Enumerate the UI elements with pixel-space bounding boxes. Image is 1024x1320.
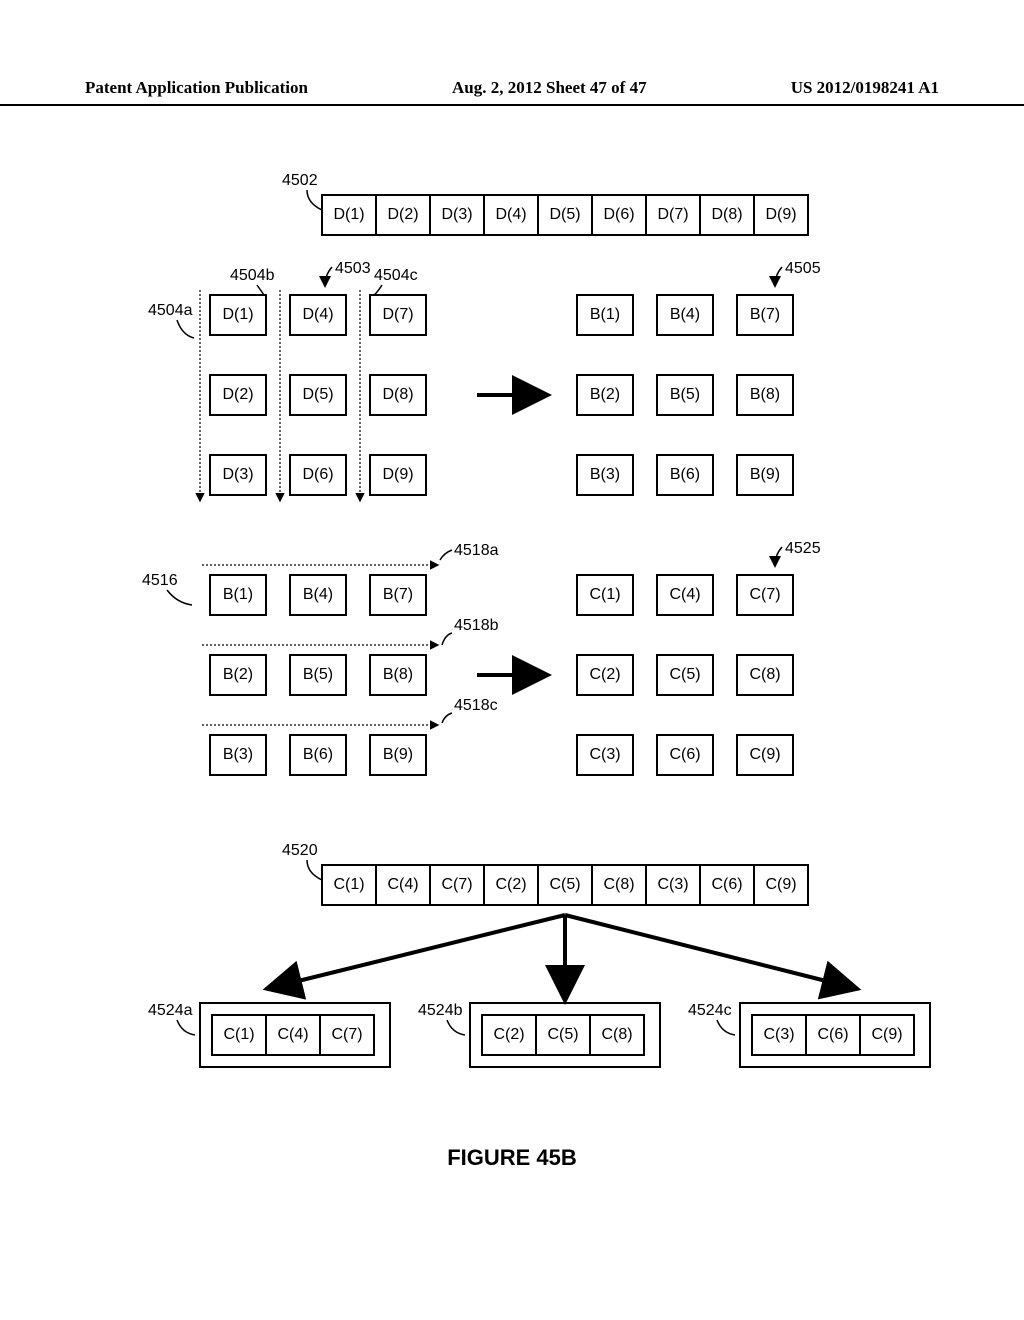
svg-text:C(2): C(2) [589,666,620,683]
svg-text:D(9): D(9) [382,466,413,483]
svg-text:C(9): C(9) [871,1026,902,1043]
svg-text:D(1): D(1) [222,306,253,323]
header-right: US 2012/0198241 A1 [791,78,939,98]
svg-text:D(6): D(6) [603,206,634,223]
svg-text:C(4): C(4) [669,586,700,603]
svg-text:B(7): B(7) [383,586,413,603]
arrow-split-left [282,915,565,985]
svg-text:C(8): C(8) [603,876,634,893]
svg-text:C(4): C(4) [387,876,418,893]
group-4524c: C(3) C(6) C(9) [740,1003,930,1067]
svg-text:C(8): C(8) [749,666,780,683]
label-4524a: 4524a [148,1002,193,1019]
svg-text:C(2): C(2) [493,1026,524,1043]
svg-text:B(7): B(7) [750,306,780,323]
svg-text:B(8): B(8) [383,666,413,683]
svg-text:C(5): C(5) [549,876,580,893]
grid-b-left: B(1) B(4) B(7) B(2) B(5) B(8) B(3) B(6) … [210,575,426,775]
svg-text:D(4): D(4) [495,206,526,223]
header-center: Aug. 2, 2012 Sheet 47 of 47 [452,78,647,98]
svg-text:B(6): B(6) [303,746,333,763]
group-4524a: C(1) C(4) C(7) [200,1003,390,1067]
svg-text:D(5): D(5) [302,386,333,403]
label-4524c: 4524c [688,1002,732,1019]
label-4503: 4503 [335,260,371,277]
svg-text:C(1): C(1) [223,1026,254,1043]
label-4518a: 4518a [454,542,499,559]
label-4504a: 4504a [148,302,193,319]
svg-text:D(3): D(3) [441,206,472,223]
svg-text:B(5): B(5) [303,666,333,683]
grid-d: D(1) D(4) D(7) D(2) D(5) D(8) D(3) D(6) … [210,295,426,495]
svg-text:C(6): C(6) [817,1026,848,1043]
svg-text:B(5): B(5) [670,386,700,403]
svg-text:B(9): B(9) [750,466,780,483]
svg-text:C(1): C(1) [333,876,364,893]
svg-text:C(5): C(5) [669,666,700,683]
svg-text:B(3): B(3) [223,746,253,763]
page-header: Patent Application Publication Aug. 2, 2… [0,78,1024,106]
svg-text:D(3): D(3) [222,466,253,483]
svg-text:B(2): B(2) [590,386,620,403]
label-4520: 4520 [282,842,318,859]
label-4518c: 4518c [454,697,498,714]
svg-text:C(9): C(9) [749,746,780,763]
diagram-svg: .box { fill:#fff; stroke:#000; stroke-wi… [82,155,942,1115]
svg-text:B(6): B(6) [670,466,700,483]
grid-c-right: C(1) C(4) C(7) C(2) C(5) C(8) C(3) C(6) … [577,575,793,775]
svg-text:D(8): D(8) [711,206,742,223]
svg-text:C(8): C(8) [601,1026,632,1043]
svg-text:D(2): D(2) [387,206,418,223]
label-4516: 4516 [142,572,178,589]
svg-text:C(7): C(7) [331,1026,362,1043]
row-4520: C(1) C(4) C(7) C(2) C(5) C(8) C(3) C(6) … [322,865,808,905]
svg-text:C(4): C(4) [277,1026,308,1043]
svg-text:C(6): C(6) [669,746,700,763]
group-4524b: C(2) C(5) C(8) [470,1003,660,1067]
svg-text:C(2): C(2) [495,876,526,893]
svg-text:D(6): D(6) [302,466,333,483]
label-4504c: 4504c [374,267,418,284]
label-4502: 4502 [282,172,318,189]
svg-text:B(1): B(1) [590,306,620,323]
label-4525: 4525 [785,540,821,557]
label-4504b: 4504b [230,267,275,284]
svg-text:D(8): D(8) [382,386,413,403]
svg-text:C(3): C(3) [763,1026,794,1043]
svg-text:D(1): D(1) [333,206,364,223]
svg-text:D(7): D(7) [657,206,688,223]
svg-text:C(9): C(9) [765,876,796,893]
leader-4502 [307,190,322,210]
figure-area: .box { fill:#fff; stroke:#000; stroke-wi… [0,155,1024,1171]
svg-text:B(4): B(4) [670,306,700,323]
header-left: Patent Application Publication [85,78,308,98]
svg-text:B(9): B(9) [383,746,413,763]
svg-text:D(7): D(7) [382,306,413,323]
label-4518b: 4518b [454,617,499,634]
arrow-split-right [565,915,842,985]
svg-text:B(4): B(4) [303,586,333,603]
svg-text:C(5): C(5) [547,1026,578,1043]
figure-caption: FIGURE 45B [0,1145,1024,1171]
svg-text:D(2): D(2) [222,386,253,403]
svg-text:C(7): C(7) [441,876,472,893]
grid-b-right: B(1) B(4) B(7) B(2) B(5) B(8) B(3) B(6) … [577,295,793,495]
svg-text:D(4): D(4) [302,306,333,323]
label-4524b: 4524b [418,1002,463,1019]
svg-text:C(6): C(6) [711,876,742,893]
svg-text:C(3): C(3) [657,876,688,893]
svg-text:B(3): B(3) [590,466,620,483]
svg-text:B(8): B(8) [750,386,780,403]
svg-text:B(1): B(1) [223,586,253,603]
label-4505: 4505 [785,260,821,277]
svg-text:C(1): C(1) [589,586,620,603]
svg-text:C(7): C(7) [749,586,780,603]
svg-text:C(3): C(3) [589,746,620,763]
svg-text:D(9): D(9) [765,206,796,223]
row-4502: D(1) D(2) D(3) D(4) D(5) D(6) D(7) D(8) … [322,195,808,235]
svg-text:B(2): B(2) [223,666,253,683]
svg-text:D(5): D(5) [549,206,580,223]
